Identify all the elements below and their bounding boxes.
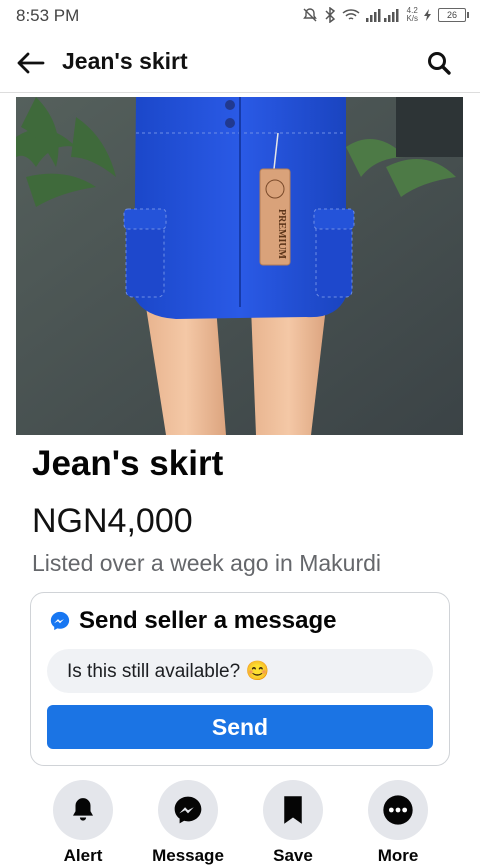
bookmark-icon (284, 796, 302, 824)
page-title: Jean's skirt (62, 48, 188, 74)
message-label: Message (152, 846, 224, 865)
send-button[interactable]: Send (47, 705, 433, 749)
listing-price: NGN4,000 (32, 502, 193, 540)
app-header: Jean's skirt (0, 34, 480, 93)
status-bar: 8:53 PM 4.2 K/s 26 (0, 0, 480, 32)
back-arrow-icon (17, 52, 45, 74)
alert-action[interactable]: Alert (33, 780, 133, 866)
back-button[interactable] (14, 48, 46, 78)
save-label: Save (273, 846, 313, 865)
wifi-icon (342, 8, 360, 22)
messenger-icon (174, 796, 202, 824)
status-time: 8:53 PM (16, 6, 80, 25)
more-label: More (377, 846, 419, 865)
message-action[interactable]: Message (138, 780, 238, 866)
save-button[interactable] (263, 780, 323, 840)
status-icons: 4.2 K/s 26 (302, 5, 469, 25)
card-heading: Send seller a message (49, 607, 336, 635)
hang-tag-text: PREMIUM (276, 209, 287, 260)
message-seller-card: Send seller a message Is this still avai… (30, 592, 450, 766)
signal-icon (366, 8, 400, 22)
card-title: Send seller a message (79, 607, 337, 634)
bluetooth-icon (324, 7, 336, 23)
more-icon (383, 795, 413, 825)
listing-meta: Listed over a week ago in Makurdi (32, 550, 382, 576)
net-speed: 4.2 K/s (406, 6, 418, 23)
messenger-icon (50, 611, 70, 631)
alert-button[interactable] (53, 780, 113, 840)
mute-icon (302, 7, 318, 23)
save-action[interactable]: Save (243, 780, 343, 866)
battery-indicator: 26 (438, 8, 469, 22)
alert-label: Alert (63, 846, 103, 865)
more-action[interactable]: More (348, 780, 448, 866)
search-button[interactable] (426, 50, 452, 76)
listing-title: Jean's skirt (32, 444, 224, 483)
action-row: Alert Message Save More (0, 780, 480, 865)
product-photo-illustration: PREMIUM (16, 97, 463, 435)
bell-icon (73, 798, 93, 821)
message-button[interactable] (158, 780, 218, 840)
charging-icon (424, 9, 432, 21)
product-photo[interactable]: PREMIUM (16, 97, 463, 435)
search-icon (428, 52, 451, 75)
more-button[interactable] (368, 780, 428, 840)
message-input[interactable]: Is this still available? 😊 (47, 649, 433, 693)
